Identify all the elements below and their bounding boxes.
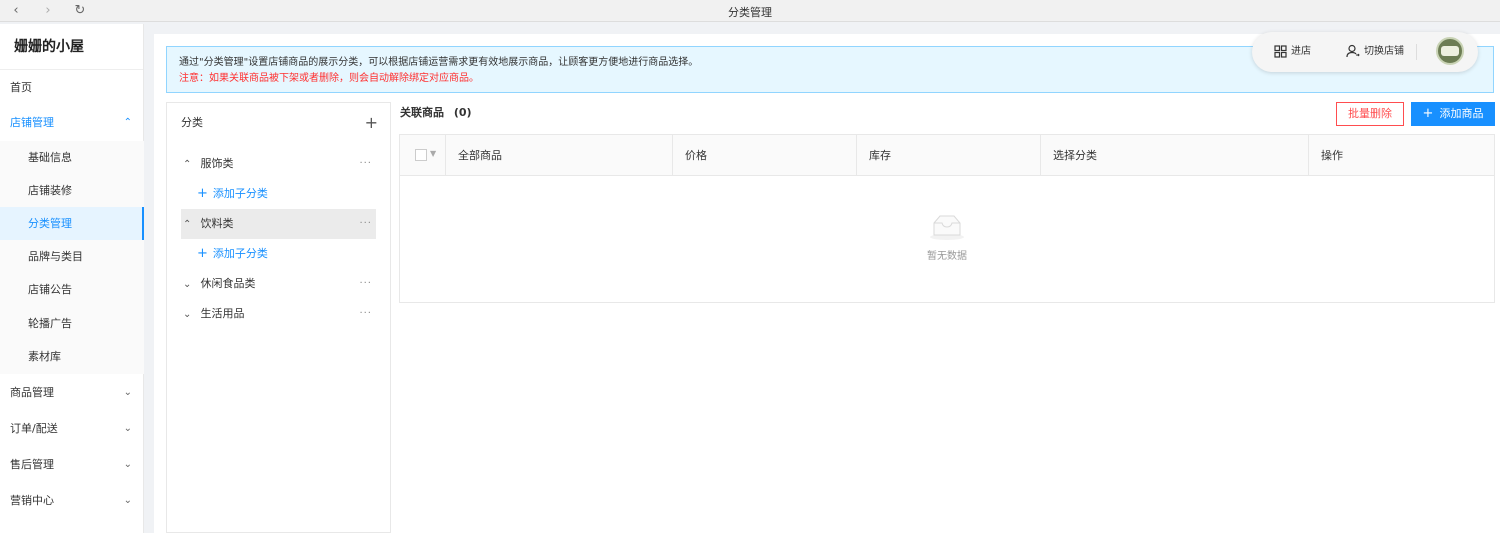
sidebar-item-orders[interactable]: 订单/配送 ⌄ [0, 412, 144, 445]
add-subcategory-label: 添加子分类 [212, 247, 268, 260]
window-title: 分类管理 [728, 6, 772, 19]
linked-products-count: (0) [453, 106, 472, 119]
add-product-label: 添加商品 [1439, 107, 1484, 120]
sidebar-item-basic-info[interactable]: 基础信息 [0, 141, 144, 174]
category-node-snacks[interactable]: ⌄ 休闲食品类 ··· [181, 269, 376, 299]
column-header-price: 价格 [685, 149, 707, 162]
column-header-stock: 库存 [869, 149, 891, 162]
category-name: 休闲食品类 [200, 277, 256, 290]
plus-icon: + [1422, 106, 1434, 121]
sidebar-item-label: 店铺公告 [28, 283, 72, 296]
sidebar-item-store-decoration[interactable]: 店铺装修 [0, 174, 144, 207]
sidebar-item-home[interactable]: 首页 [0, 71, 144, 104]
sidebar-item-label: 首页 [10, 81, 32, 94]
chevron-up-icon[interactable]: ⌃ [183, 150, 197, 180]
chevron-down-icon: ⌄ [123, 459, 132, 470]
chevron-down-icon[interactable]: ▼ [430, 149, 436, 158]
category-node-daily-goods[interactable]: ⌄ 生活用品 ··· [181, 299, 376, 329]
sidebar-item-label: 店铺装修 [28, 184, 72, 197]
sidebar-item-store-management[interactable]: 店铺管理 ⌃ [0, 106, 144, 139]
chevron-up-icon[interactable]: ⌃ [183, 210, 197, 240]
main-content: 通过"分类管理"设置店铺商品的展示分类，可以根据店铺运营需求更有效地展示商品，让… [154, 34, 1500, 533]
sidebar-item-material-library[interactable]: 素材库 [0, 340, 144, 373]
header-divider [1416, 44, 1417, 60]
plus-icon: + [197, 246, 208, 261]
empty-state: 暂无数据 [400, 211, 1494, 262]
category-name: 服饰类 [200, 157, 234, 170]
sidebar-item-label: 分类管理 [28, 217, 72, 230]
category-node-apparel[interactable]: ⌃ 服饰类 ··· [181, 149, 376, 179]
avatar[interactable] [1436, 37, 1464, 65]
add-subcategory-link[interactable]: + 添加子分类 [197, 179, 268, 209]
sidebar-item-label: 订单/配送 [10, 422, 58, 435]
table-header: ▼ 全部商品 价格 库存 选择分类 操作 [400, 135, 1494, 176]
category-panel-header: 分类 + [167, 103, 390, 143]
sidebar-item-label: 售后管理 [10, 458, 54, 471]
category-panel-title: 分类 [181, 116, 203, 129]
sidebar-item-brand-category[interactable]: 品牌与类目 [0, 240, 144, 273]
select-all-checkbox[interactable] [415, 149, 427, 161]
more-icon[interactable]: ··· [359, 269, 372, 299]
sidebar-item-label: 素材库 [28, 350, 61, 363]
products-table: ▼ 全部商品 价格 库存 选择分类 操作 暂无数据 [399, 134, 1495, 303]
enter-store-label: 进店 [1291, 46, 1311, 57]
add-category-icon[interactable]: + [365, 103, 378, 143]
sidebar-item-category-management[interactable]: 分类管理 [0, 207, 144, 240]
notice-warning: 注意：如果关联商品被下架或者删除，则会自动解除绑定对应商品。 [179, 73, 479, 84]
sidebar-item-aftersale[interactable]: 售后管理 ⌄ [0, 448, 144, 481]
switch-store-button[interactable]: 切换店铺 [1346, 42, 1404, 62]
column-header-all-products: 全部商品 [458, 149, 502, 162]
sidebar-item-label: 基础信息 [28, 151, 72, 164]
sidebar-item-marketing[interactable]: 营销中心 ⌄ [0, 484, 144, 517]
sidebar-item-label: 轮播广告 [28, 317, 72, 330]
chevron-down-icon[interactable]: ⌄ [183, 270, 197, 300]
sidebar: 姗姗的小屋 首页 店铺管理 ⌃ 基础信息 店铺装修 分类管理 品牌与类目 店铺公… [0, 24, 144, 533]
plus-icon: + [197, 186, 208, 201]
browser-toolbar: ‹ › ↻ 分类管理 [0, 0, 1500, 22]
sidebar-item-label: 商品管理 [10, 386, 54, 399]
add-subcategory-label: 添加子分类 [212, 187, 268, 200]
sidebar-item-label: 店铺管理 [10, 116, 54, 129]
enter-store-button[interactable]: 进店 [1274, 42, 1311, 62]
category-node-drinks[interactable]: ⌃ 饮料类 ··· [181, 209, 376, 239]
sidebar-item-carousel-ads[interactable]: 轮播广告 [0, 307, 144, 340]
user-switch-icon [1346, 44, 1360, 58]
empty-box-icon [930, 215, 964, 240]
category-panel: 分类 + ⌃ 服饰类 ··· + 添加子分类 ⌃ 饮料类 ··· + 添加子分类 ⌄… [166, 102, 391, 533]
sidebar-item-store-announcement[interactable]: 店铺公告 [0, 273, 144, 306]
chevron-down-icon: ⌄ [123, 495, 132, 506]
chevron-up-icon: ⌃ [123, 117, 132, 128]
chevron-down-icon: ⌄ [123, 423, 132, 434]
add-product-button[interactable]: + 添加商品 [1411, 102, 1495, 126]
store-brand: 姗姗的小屋 [0, 24, 143, 70]
more-icon[interactable]: ··· [359, 299, 372, 329]
add-subcategory-link[interactable]: + 添加子分类 [197, 239, 268, 269]
sidebar-item-label: 品牌与类目 [28, 250, 83, 263]
switch-store-label: 切换店铺 [1364, 46, 1404, 57]
category-name: 饮料类 [200, 217, 234, 230]
linked-products-title: 关联商品 (0) [400, 106, 472, 119]
more-icon[interactable]: ··· [359, 149, 372, 179]
sidebar-item-product-management[interactable]: 商品管理 ⌄ [0, 376, 144, 409]
column-header-actions: 操作 [1321, 149, 1343, 162]
chevron-down-icon: ⌄ [123, 387, 132, 398]
empty-text: 暂无数据 [927, 251, 967, 262]
batch-delete-button[interactable]: 批量删除 [1336, 102, 1404, 126]
more-icon[interactable]: ··· [359, 209, 372, 239]
category-name: 生活用品 [200, 307, 245, 320]
chevron-down-icon[interactable]: ⌄ [183, 300, 197, 330]
sidebar-item-label: 营销中心 [10, 494, 54, 507]
grid-icon [1274, 44, 1287, 58]
column-header-category: 选择分类 [1053, 149, 1097, 162]
